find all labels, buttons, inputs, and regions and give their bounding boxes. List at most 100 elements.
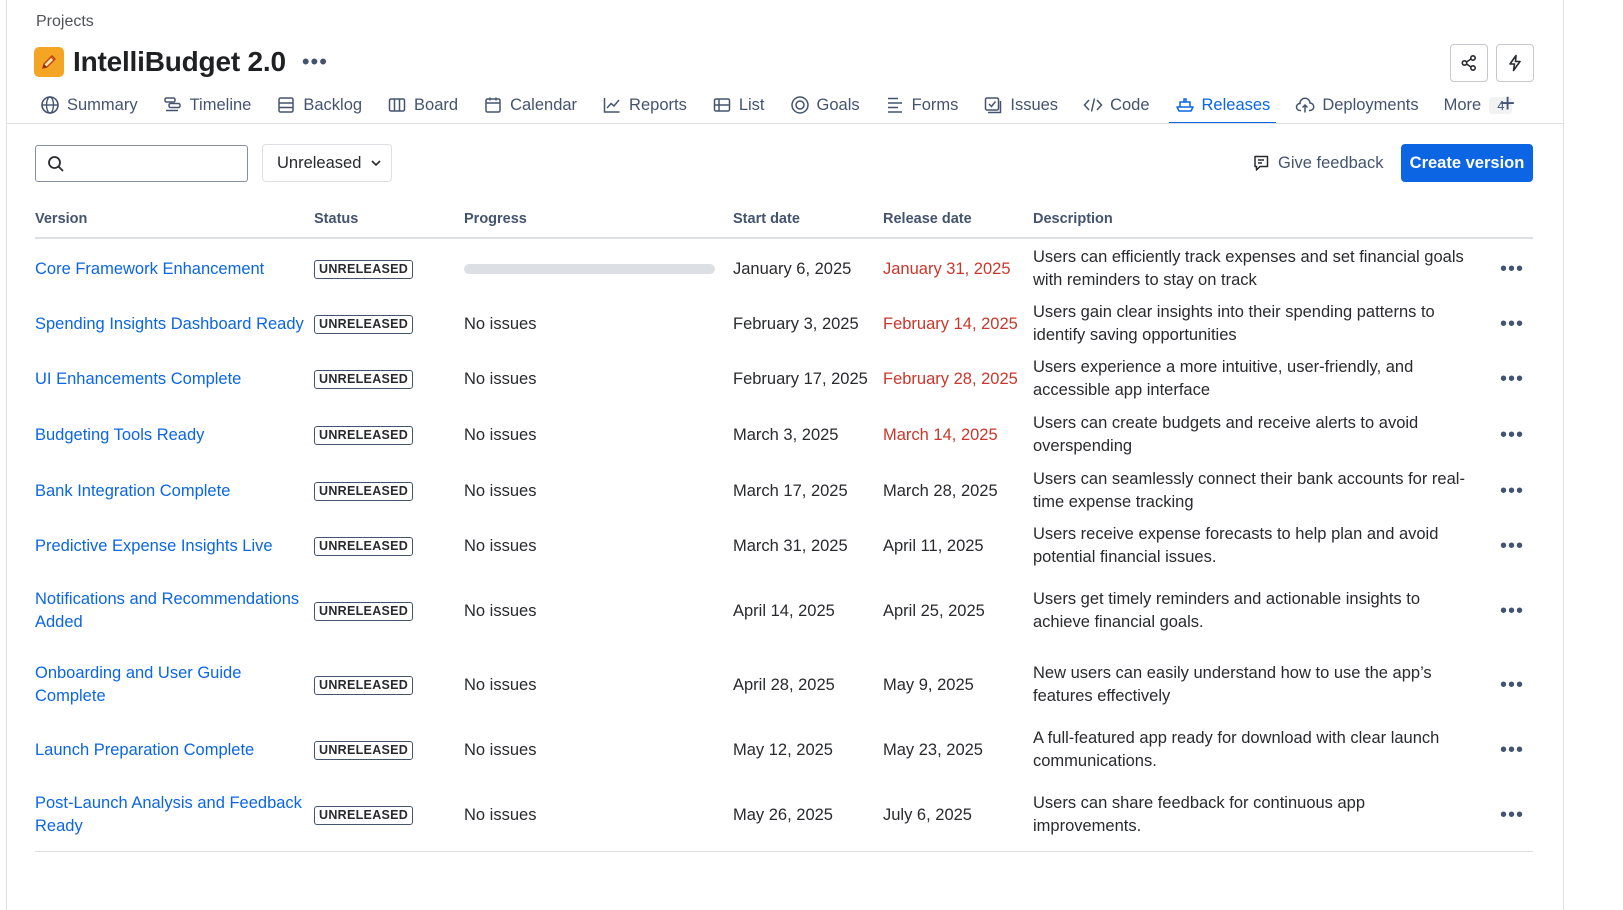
project-more-button[interactable]: ••• [302,49,328,75]
tab-label: Deployments [1322,95,1419,114]
status-cell: UNRELEASED [314,301,454,347]
tab-label: Code [1110,95,1150,114]
tab-label: Calendar [510,95,578,114]
status-cell: UNRELEASED [314,244,454,294]
status-filter-dropdown[interactable]: Unreleased [262,144,392,182]
search-icon [48,156,64,172]
row-actions-button[interactable]: ••• [1500,356,1524,402]
version-cell: Post-Launch Analysis and Feedback Ready [35,787,305,843]
description-cell: Users experience a more intuitive, user-… [1033,358,1414,399]
version-link[interactable]: Onboarding and User Guide Complete [35,662,305,708]
code-icon [1083,98,1103,112]
row-actions-button[interactable]: ••• [1500,412,1524,458]
column-header-description[interactable]: Description [1033,211,1113,227]
tab-calendar[interactable]: Calendar [483,90,577,120]
release-date-cell: May 23, 2025 [883,740,983,759]
row-actions-button[interactable]: ••• [1500,787,1524,843]
tab-releases[interactable]: Releases [1168,90,1277,124]
start-date-cell: January 6, 2025 [733,259,852,278]
search-field[interactable] [35,145,248,182]
column-header-version[interactable]: Version [35,211,87,227]
column-header-start-date[interactable]: Start date [733,211,800,227]
tab-label: Issues [1010,95,1059,114]
column-header-status[interactable]: Status [314,211,358,227]
version-link[interactable]: Spending Insights Dashboard Ready [35,313,304,336]
start-date-cell: March 31, 2025 [733,536,848,555]
lightning-icon [1509,54,1521,72]
tab-board[interactable]: Board [387,90,458,120]
progress-cell: No issues [464,581,724,641]
tab-issues[interactable]: Issues [983,90,1058,120]
status-badge: UNRELEASED [314,675,414,695]
tab-label: Timeline [189,95,252,114]
release-date-cell: March 14, 2025 [883,425,998,444]
ship-icon [1175,98,1194,112]
description-cell: Users gain clear insights into their spe… [1033,303,1435,344]
progress-cell: No issues [464,412,724,458]
tab-backlog[interactable]: Backlog [276,90,362,120]
version-link[interactable]: Budgeting Tools Ready [35,424,204,447]
tab-label: List [738,95,765,114]
version-link[interactable]: UI Enhancements Complete [35,368,241,391]
tab-summary[interactable]: Summary [40,90,138,120]
description-cell: Users receive expense forecasts to help … [1033,525,1439,566]
description-cell: Users can efficiently track expenses and… [1033,248,1464,289]
start-date-cell: May 26, 2025 [733,805,833,824]
row-actions-button[interactable]: ••• [1500,301,1524,347]
version-link[interactable]: Notifications and Recommendations Added [35,588,305,634]
pencil-icon [34,47,64,77]
start-date-cell: April 14, 2025 [733,601,835,620]
tab-goals[interactable]: Goals [790,90,860,120]
column-header-progress[interactable]: Progress [464,211,527,227]
cloud-upload-icon [1296,97,1315,113]
release-date-cell: January 31, 2025 [883,259,1011,278]
version-cell: Spending Insights Dashboard Ready [35,301,305,347]
tab-reports[interactable]: Reports [602,90,687,120]
search-input[interactable] [76,154,241,174]
row-actions-button[interactable]: ••• [1500,659,1524,711]
tab-code[interactable]: Code [1083,90,1150,120]
version-link[interactable]: Predictive Expense Insights Live [35,535,273,558]
column-header-release-date[interactable]: Release date [883,211,972,227]
page-title: IntelliBudget 2.0 [73,46,286,77]
nav-divider [6,123,1563,124]
progress-cell [464,244,724,294]
table-row: UI Enhancements Complete UNRELEASED No iss… [0,356,1563,402]
feedback-label: Give feedback [1278,153,1384,172]
give-feedback-button[interactable]: Give feedback [1252,150,1383,176]
tab-deployments[interactable]: Deployments [1295,90,1419,120]
breadcrumb[interactable]: Projects [36,13,94,31]
automation-button[interactable] [1496,44,1534,82]
version-link[interactable]: Launch Preparation Complete [35,739,254,762]
row-actions-button[interactable]: ••• [1500,523,1524,569]
table-row: Notifications and Recommendations Added U… [0,581,1563,641]
right-border [1563,0,1564,910]
row-actions-button[interactable]: ••• [1500,581,1524,641]
version-link[interactable]: Post-Launch Analysis and Feedback Ready [35,792,305,838]
version-cell: Notifications and Recommendations Added [35,581,305,641]
row-actions-button[interactable]: ••• [1500,727,1524,773]
status-cell: UNRELEASED [314,659,454,711]
tab-timeline[interactable]: Timeline [163,90,252,120]
backlog-icon [278,97,295,113]
add-tab-button[interactable]: + [1500,90,1515,116]
tab-forms[interactable]: Forms [885,90,959,120]
chevron-down-icon [371,160,381,167]
description-cell: Users can create budgets and receive ale… [1033,414,1419,455]
tab-label: Reports [629,95,687,114]
globe-icon [41,96,59,114]
progress-text: No issues [464,425,537,444]
create-version-button[interactable]: Create version [1401,144,1533,182]
tab-label: Forms [911,95,959,114]
status-badge: UNRELEASED [314,601,414,621]
version-link[interactable]: Core Framework Enhancement [35,258,264,281]
progress-bar[interactable] [464,264,715,274]
progress-cell: No issues [464,468,724,514]
tab-label: Board [414,95,459,114]
row-actions-button[interactable]: ••• [1500,468,1524,514]
version-link[interactable]: Bank Integration Complete [35,480,230,503]
row-actions-button[interactable]: ••• [1500,244,1524,294]
progress-cell: No issues [464,727,724,773]
share-button[interactable] [1450,44,1488,82]
tab-list[interactable]: List [712,90,765,120]
